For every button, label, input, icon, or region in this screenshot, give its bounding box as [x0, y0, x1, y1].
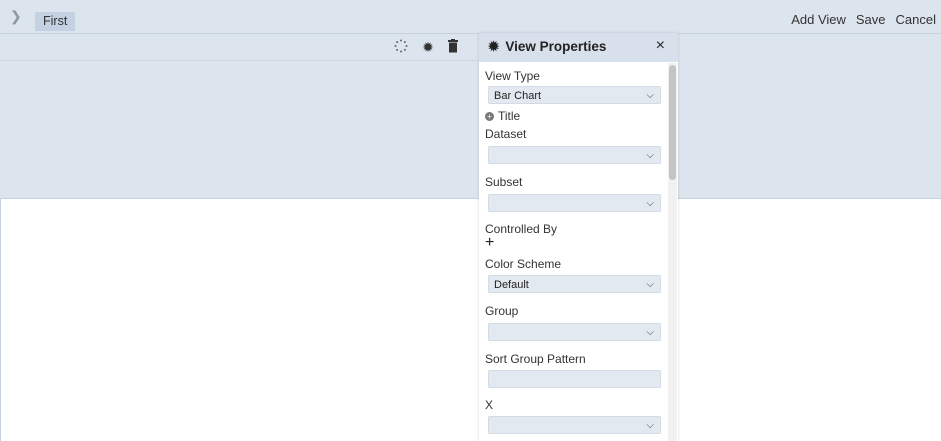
x-select[interactable]: ⌵ — [488, 416, 661, 434]
close-icon[interactable]: × — [656, 37, 665, 55]
view-header: ✹ — [0, 34, 478, 61]
chevron-down-icon: ⌵ — [646, 327, 654, 338]
subset-select[interactable]: ⌵ — [488, 194, 661, 212]
title-toggle[interactable]: + Title — [485, 109, 520, 123]
panel-scrollbar[interactable] — [668, 63, 677, 441]
chevron-down-icon: ⌵ — [646, 198, 654, 209]
loading-icon[interactable] — [393, 39, 409, 55]
top-bar: ❯ First Add View Save Cancel — [0, 0, 941, 34]
scrollbar-thumb[interactable] — [669, 65, 676, 180]
dataset-select[interactable]: ⌵ — [488, 146, 661, 164]
chevron-down-icon: ⌵ — [646, 150, 654, 161]
color-scheme-value: Default — [494, 279, 529, 291]
tab-first[interactable]: First — [35, 12, 76, 31]
panel-header: ✹ View Properties × — [479, 33, 678, 62]
add-circle-icon: + — [485, 112, 494, 122]
chevron-down-icon: ⌵ — [646, 279, 654, 290]
sort-group-pattern-label: Sort Group Pattern — [485, 352, 586, 366]
view-area: ✹ — [0, 34, 941, 199]
cancel-button[interactable]: Cancel — [891, 9, 941, 31]
controlled-by-label: Controlled By — [485, 222, 558, 236]
add-view-button[interactable]: Add View — [786, 9, 851, 31]
chevron-down-icon: ⌵ — [646, 90, 654, 101]
chevron-down-icon: ⌵ — [646, 420, 654, 431]
view-type-select[interactable]: Bar Chart ⌵ — [488, 86, 661, 104]
add-controller-icon[interactable]: + — [485, 235, 494, 251]
title-toggle-label: Title — [498, 109, 521, 123]
panel-body: View Type Bar Chart ⌵ + Title Dataset ⌵ S… — [479, 63, 667, 441]
group-select[interactable]: ⌵ — [488, 323, 661, 341]
view-type-value: Bar Chart — [494, 90, 542, 102]
trash-icon[interactable] — [445, 39, 461, 55]
view-properties-panel: ✹ View Properties × View Type Bar Chart ⌵… — [479, 33, 678, 441]
top-actions: Add View Save Cancel — [786, 9, 941, 31]
sort-group-pattern-input[interactable] — [488, 370, 661, 388]
view-type-label: View Type — [485, 69, 540, 83]
save-button[interactable]: Save — [851, 9, 891, 31]
group-label: Group — [485, 304, 519, 318]
color-scheme-label: Color Scheme — [485, 257, 562, 271]
panel-title-text: View Properties — [505, 39, 607, 54]
dataset-label: Dataset — [485, 127, 527, 141]
chevron-right-icon[interactable]: ❯ — [10, 8, 22, 25]
gear-icon[interactable]: ✹ — [420, 39, 436, 55]
subset-label: Subset — [485, 175, 523, 189]
panel-title: ✹ View Properties — [488, 39, 606, 55]
gear-icon: ✹ — [488, 39, 500, 54]
x-label: X — [485, 398, 494, 412]
color-scheme-select[interactable]: Default ⌵ — [488, 275, 661, 293]
